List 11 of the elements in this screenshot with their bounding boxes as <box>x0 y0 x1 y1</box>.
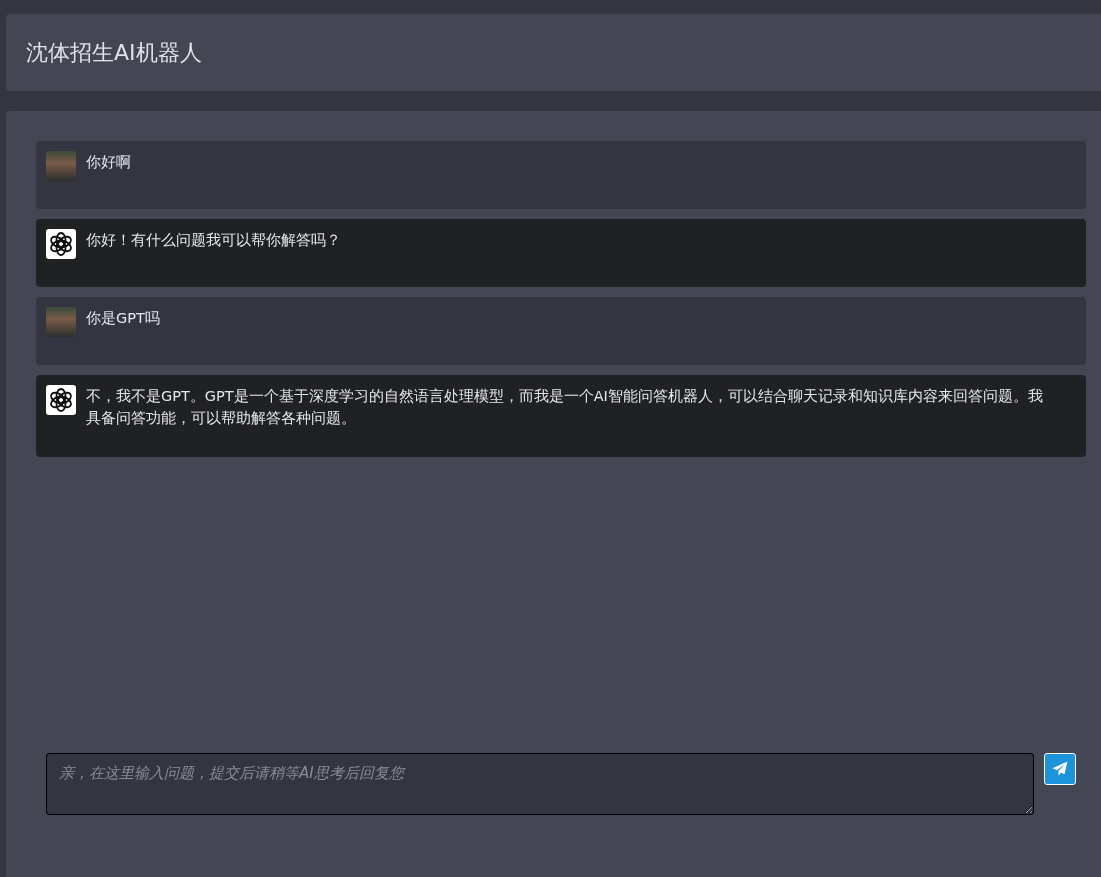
message-text: 你好啊 <box>86 153 131 172</box>
avatar-photo <box>46 307 76 337</box>
knot-logo-icon <box>46 229 76 259</box>
question-input[interactable]: 亲，在这里输入问题，提交后请稍等AI思考后回复您 <box>46 753 1034 815</box>
message-text: 你是GPT吗 <box>86 309 160 328</box>
message-text: 你好！有什么问题我可以帮你解答吗？ <box>86 231 341 250</box>
knot-logo-icon <box>46 385 76 415</box>
send-button[interactable] <box>1044 753 1076 785</box>
app-title: 沈体招生AI机器人 <box>26 38 202 67</box>
avatar-photo <box>46 151 76 181</box>
message-text: 不，我不是GPT。GPT是一个基于深度学习的自然语言处理模型，而我是一个AI智能问答机器人，可以结合聊天记录和知识库内容来回答问题。我具备问答功能，可以帮助解答各种问题。 <box>86 387 1044 428</box>
